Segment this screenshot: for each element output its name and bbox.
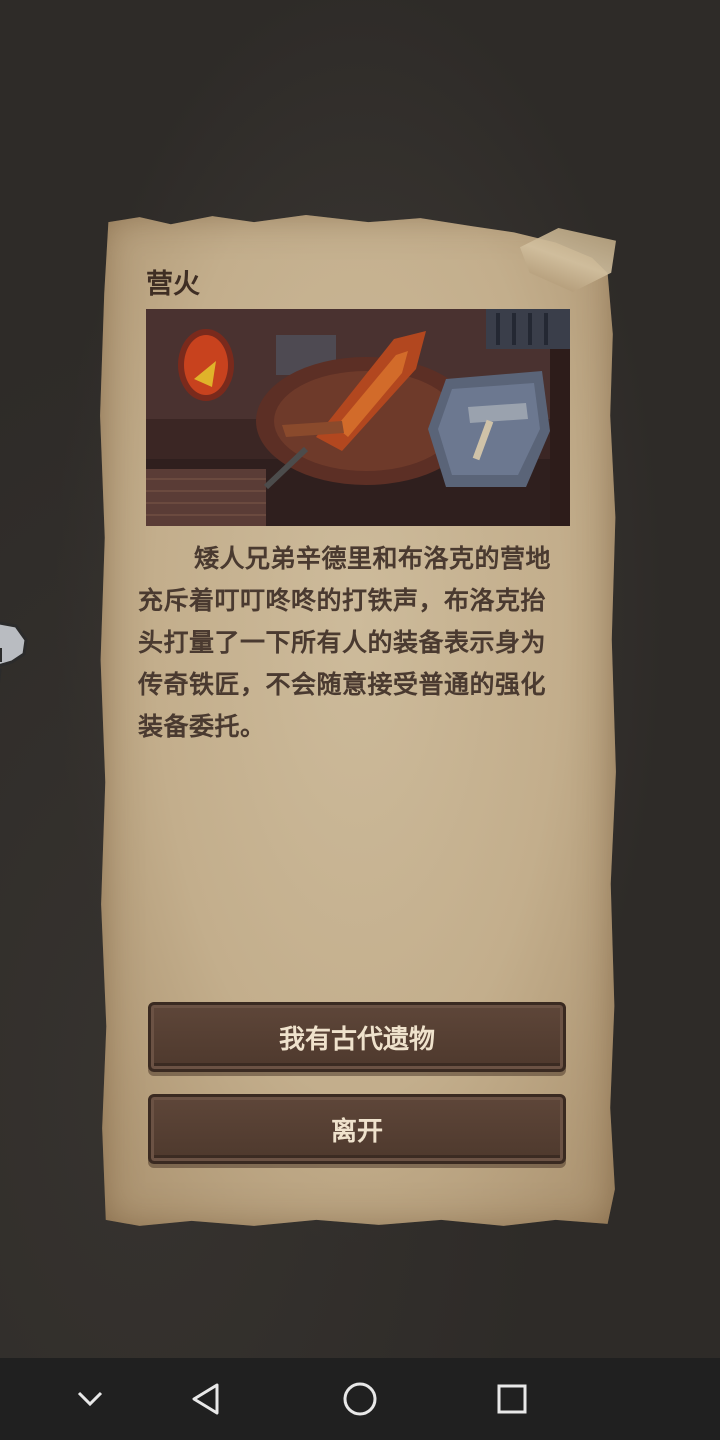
side-character-icon (0, 621, 28, 684)
nav-back-button[interactable] (156, 1358, 256, 1440)
back-icon (192, 1383, 219, 1415)
choice-leave-label: 离开 (330, 1116, 383, 1147)
home-icon (343, 1382, 377, 1416)
nav-home-button[interactable] (310, 1358, 410, 1440)
forge-scene-image (146, 309, 570, 526)
nav-recents-button[interactable] (462, 1358, 562, 1440)
system-navigation-bar (0, 1358, 720, 1440)
choice-leave-button[interactable]: 离开 (148, 1094, 566, 1164)
chevron-down-icon (77, 1391, 103, 1407)
nav-hide-button[interactable] (40, 1358, 140, 1440)
recents-icon (497, 1384, 527, 1414)
choice-ancient-relic-button[interactable]: 我有古代遗物 (148, 1002, 566, 1072)
event-description: 矮人兄弟辛德里和布洛克的营地充斥着叮叮咚咚的打铁声，布洛克抬头打量了一下所有人的… (138, 544, 552, 741)
event-title: 营火 (146, 269, 200, 300)
choice-ancient-relic-label: 我有古代遗物 (278, 1024, 435, 1055)
